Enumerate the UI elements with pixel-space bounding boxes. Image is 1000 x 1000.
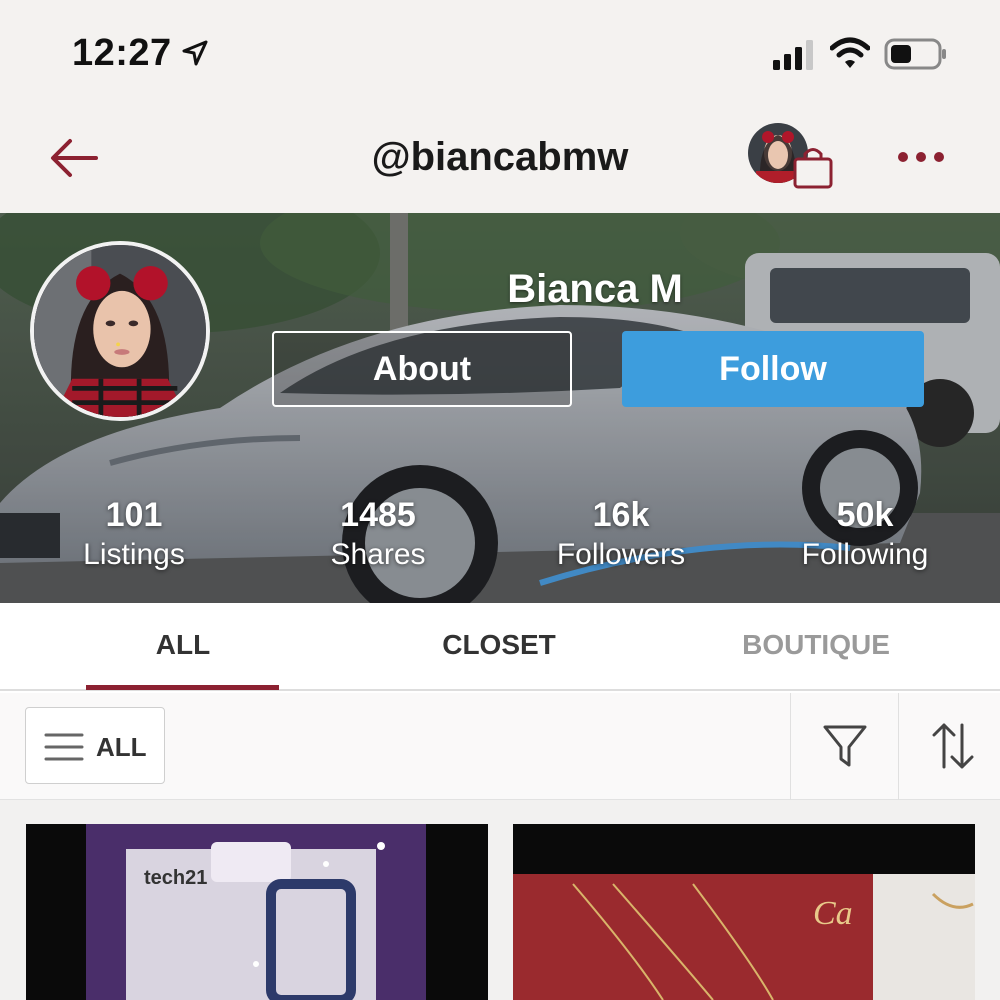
stat-value: 16k (592, 496, 650, 534)
active-tab-indicator (86, 685, 279, 690)
tab-all[interactable]: ALL (33, 629, 333, 661)
stat-label: Listings (83, 538, 185, 571)
filter-bar: ALL (0, 693, 1000, 800)
location-arrow-icon (182, 40, 208, 66)
back-arrow-icon[interactable] (48, 135, 100, 181)
profile-cover: Bianca M About Follow 101 Listings 1485 … (0, 213, 1000, 603)
status-bar: 12:27 (0, 0, 1000, 105)
stat-shares[interactable]: 1485 Shares (278, 495, 478, 575)
stat-followers[interactable]: 16k Followers (521, 495, 721, 575)
menu-icon (44, 733, 84, 761)
cellular-signal-icon (773, 40, 813, 70)
stat-value: 50k (836, 496, 894, 534)
listing-image: Ca (513, 824, 975, 1000)
stat-following[interactable]: 50k Following (765, 495, 965, 575)
shopping-bag-icon[interactable] (790, 143, 836, 191)
about-button[interactable]: About (272, 331, 572, 407)
more-dots-icon[interactable] (895, 145, 947, 169)
divider (790, 693, 791, 800)
stat-label: Shares (330, 538, 426, 571)
listing-card[interactable]: Ca (513, 824, 975, 1000)
listings-grid: tech21 Ca (0, 800, 1000, 1000)
closet-tabs: ALL CLOSET BOUTIQUE (0, 603, 1000, 691)
listing-image: tech21 (26, 824, 488, 1000)
profile-avatar[interactable] (30, 241, 210, 421)
stat-listings[interactable]: 101 Listings (34, 495, 234, 575)
status-time: 12:27 (72, 32, 172, 74)
filter-funnel-icon[interactable] (822, 723, 868, 769)
listing-image-text: tech21 (144, 867, 207, 889)
follow-button[interactable]: Follow (622, 331, 924, 407)
divider (898, 693, 899, 800)
navigation-bar: @biancabmw (0, 105, 1000, 213)
category-filter-label: ALL (96, 732, 147, 762)
stat-value: 1485 (340, 496, 416, 534)
listing-card[interactable]: tech21 (26, 824, 488, 1000)
listing-image-text: Ca (813, 895, 853, 932)
profile-name: Bianca M (507, 267, 683, 311)
page-title: @biancabmw (371, 135, 629, 179)
stat-label: Followers (556, 538, 686, 571)
stat-value: 101 (105, 496, 163, 534)
wifi-icon (830, 37, 870, 68)
battery-icon (884, 38, 946, 70)
tab-closet[interactable]: CLOSET (349, 629, 649, 661)
sort-arrows-icon[interactable] (930, 721, 976, 771)
category-filter-button[interactable]: ALL (25, 707, 165, 784)
stat-label: Following (801, 538, 929, 571)
tab-boutique[interactable]: BOUTIQUE (666, 629, 966, 661)
